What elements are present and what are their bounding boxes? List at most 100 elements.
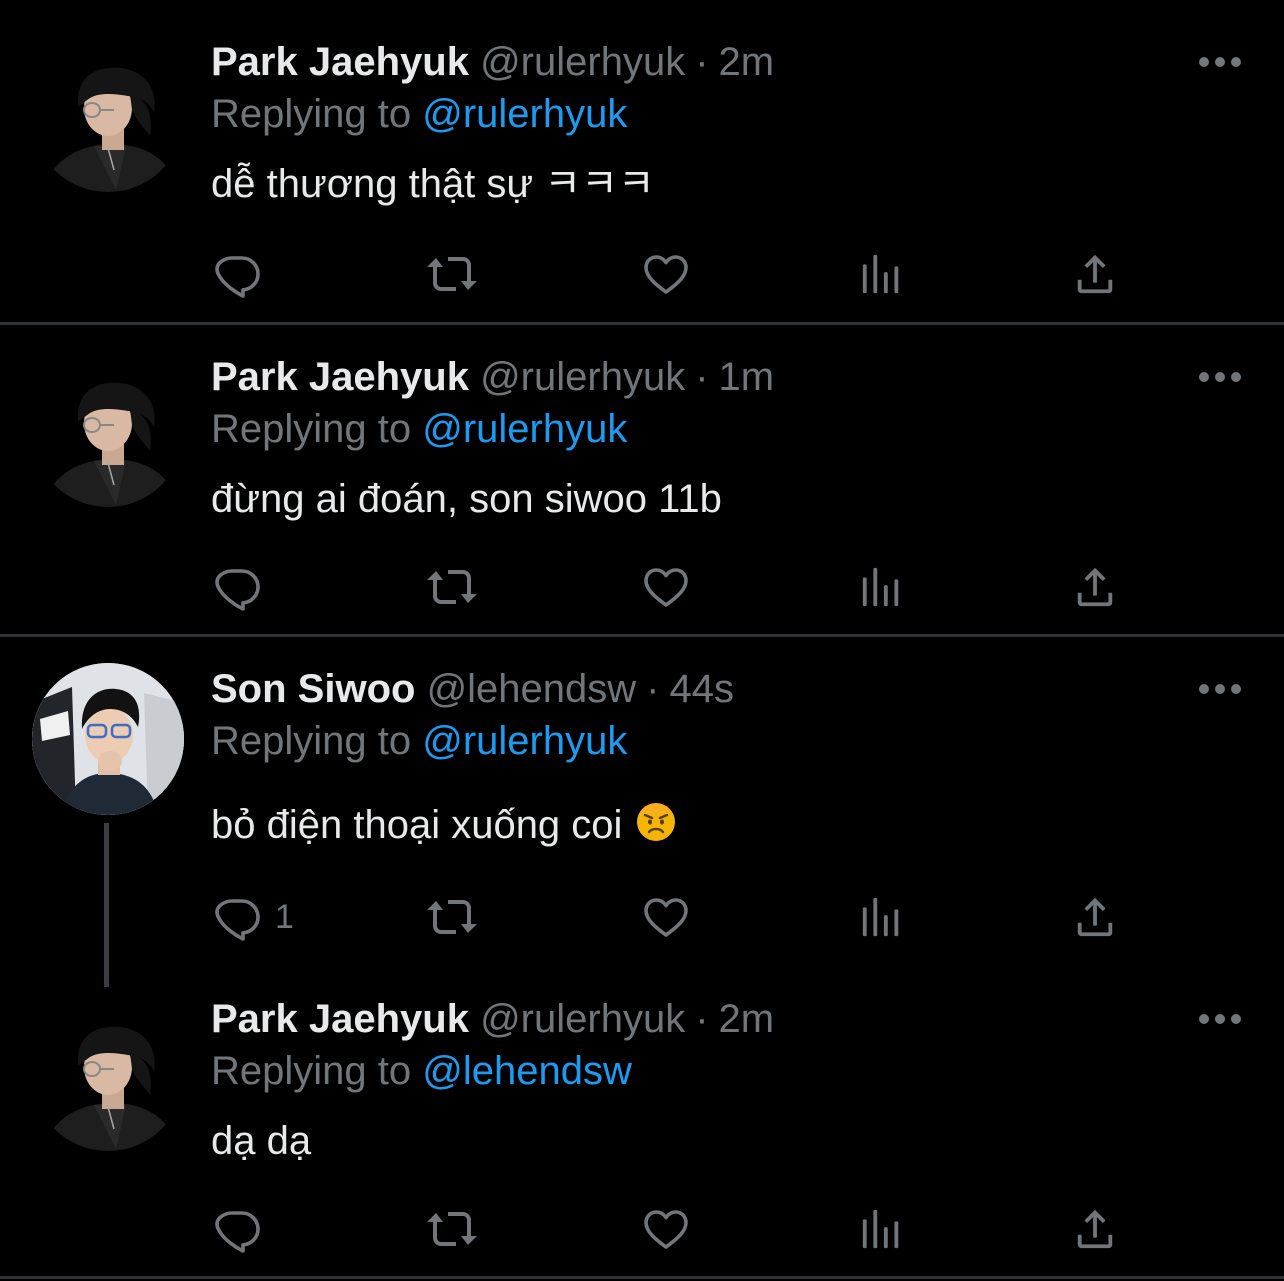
replying-to: Replying to @rulerhyuk	[211, 405, 627, 453]
replying-to: Replying to @rulerhyuk	[211, 717, 627, 765]
tweet[interactable]: Park Jaehyuk @rulerhyuk · 2m Replying to @…	[0, 987, 1284, 1277]
avatar[interactable]	[32, 999, 184, 1151]
tweet-actions	[0, 1203, 1284, 1255]
views-button[interactable]	[859, 561, 905, 613]
retweet-icon	[424, 1205, 480, 1253]
like-button[interactable]	[642, 561, 690, 613]
avatar-image	[32, 663, 184, 815]
reply-button[interactable]	[213, 248, 275, 300]
share-button[interactable]	[1072, 1203, 1118, 1255]
reply-icon	[213, 250, 261, 298]
share-icon	[1072, 893, 1118, 941]
display-name[interactable]: Son Siwoo	[211, 667, 415, 711]
divider	[0, 1276, 1284, 1279]
share-button[interactable]	[1072, 561, 1118, 613]
user-handle[interactable]: @rulerhyuk	[480, 355, 685, 399]
share-button[interactable]	[1072, 891, 1118, 943]
timestamp[interactable]: 2m	[719, 997, 775, 1041]
tweet-header: Park Jaehyuk @rulerhyuk · 2m	[211, 995, 774, 1043]
tweet-text: bỏ điện thoại xuống coi	[211, 803, 623, 847]
replying-to-label: Replying to	[211, 407, 412, 451]
like-button[interactable]	[642, 891, 690, 943]
avatar[interactable]	[32, 663, 184, 815]
share-button[interactable]	[1072, 248, 1118, 300]
replying-to-handle[interactable]: @rulerhyuk	[422, 719, 627, 763]
retweet-icon	[424, 893, 480, 941]
display-name[interactable]: Park Jaehyuk	[211, 997, 469, 1041]
views-icon	[859, 250, 905, 298]
views-icon	[859, 563, 905, 611]
retweet-icon	[424, 563, 480, 611]
retweet-button[interactable]	[424, 1203, 480, 1255]
replying-to-handle[interactable]: @rulerhyuk	[422, 92, 627, 136]
replying-to: Replying to @rulerhyuk	[211, 90, 627, 138]
tweet-text: đừng ai đoán, son siwoo 11b	[211, 477, 722, 521]
separator-dot: ·	[695, 355, 709, 399]
tweet[interactable]: Son Siwoo @lehendsw · 44s Replying to @rul…	[0, 637, 1284, 987]
more-icon[interactable]	[1198, 56, 1242, 68]
more-icon[interactable]	[1198, 371, 1242, 383]
timestamp[interactable]: 1m	[719, 355, 775, 399]
separator-dot: ·	[695, 997, 709, 1041]
views-button[interactable]	[859, 248, 905, 300]
retweet-button[interactable]	[424, 891, 480, 943]
timestamp[interactable]: 44s	[670, 667, 735, 711]
like-icon	[642, 563, 690, 611]
reply-icon	[213, 893, 261, 941]
like-icon	[642, 893, 690, 941]
tweet-text: dễ thương thật sự ㅋㅋㅋ	[211, 162, 655, 206]
tweet-header: Park Jaehyuk @rulerhyuk · 1m	[211, 353, 774, 401]
tweet-text-row: bỏ điện thoại xuống coi	[211, 801, 676, 849]
tweet-actions	[0, 248, 1284, 300]
separator-dot: ·	[695, 40, 709, 84]
timestamp[interactable]: 2m	[719, 40, 775, 84]
user-handle[interactable]: @lehendsw	[427, 667, 637, 711]
like-button[interactable]	[642, 248, 690, 300]
display-name[interactable]: Park Jaehyuk	[211, 40, 469, 84]
tweet-header: Park Jaehyuk @rulerhyuk · 2m	[211, 38, 774, 86]
reply-icon	[213, 563, 261, 611]
avatar[interactable]	[32, 40, 184, 192]
angry-face-icon	[636, 802, 676, 842]
replying-to-handle[interactable]: @rulerhyuk	[422, 407, 627, 451]
share-icon	[1072, 563, 1118, 611]
avatar-image	[32, 40, 184, 192]
like-icon	[642, 250, 690, 298]
more-icon[interactable]	[1198, 683, 1242, 695]
replying-to-label: Replying to	[211, 92, 412, 136]
like-icon	[642, 1205, 690, 1253]
user-handle[interactable]: @rulerhyuk	[480, 997, 685, 1041]
reply-button[interactable]	[213, 1203, 275, 1255]
reply-count: 1	[275, 897, 294, 936]
views-button[interactable]	[859, 891, 905, 943]
reply-button[interactable]	[213, 561, 275, 613]
replying-to-label: Replying to	[211, 719, 412, 763]
retweet-button[interactable]	[424, 561, 480, 613]
views-icon	[859, 893, 905, 941]
replying-to: Replying to @lehendsw	[211, 1047, 632, 1095]
retweet-icon	[424, 250, 480, 298]
tweet[interactable]: Park Jaehyuk @rulerhyuk · 2m Replying to @…	[0, 0, 1284, 323]
reply-icon	[213, 1205, 261, 1253]
more-icon[interactable]	[1198, 1013, 1242, 1025]
like-button[interactable]	[642, 1203, 690, 1255]
replying-to-label: Replying to	[211, 1049, 412, 1093]
display-name[interactable]: Park Jaehyuk	[211, 355, 469, 399]
views-icon	[859, 1205, 905, 1253]
replying-to-handle[interactable]: @lehendsw	[422, 1049, 632, 1093]
tweet-header: Son Siwoo @lehendsw · 44s	[211, 665, 734, 713]
share-icon	[1072, 1205, 1118, 1253]
reply-button[interactable]: 1	[213, 891, 294, 943]
tweet-actions: 1	[0, 891, 1284, 943]
tweet-text: dạ dạ	[211, 1119, 312, 1163]
separator-dot: ·	[646, 667, 660, 711]
share-icon	[1072, 250, 1118, 298]
avatar-image	[32, 999, 184, 1151]
avatar[interactable]	[32, 355, 184, 507]
user-handle[interactable]: @rulerhyuk	[480, 40, 685, 84]
avatar-image	[32, 355, 184, 507]
views-button[interactable]	[859, 1203, 905, 1255]
tweet[interactable]: Park Jaehyuk @rulerhyuk · 1m Replying to @…	[0, 325, 1284, 635]
tweet-actions	[0, 561, 1284, 613]
retweet-button[interactable]	[424, 248, 480, 300]
